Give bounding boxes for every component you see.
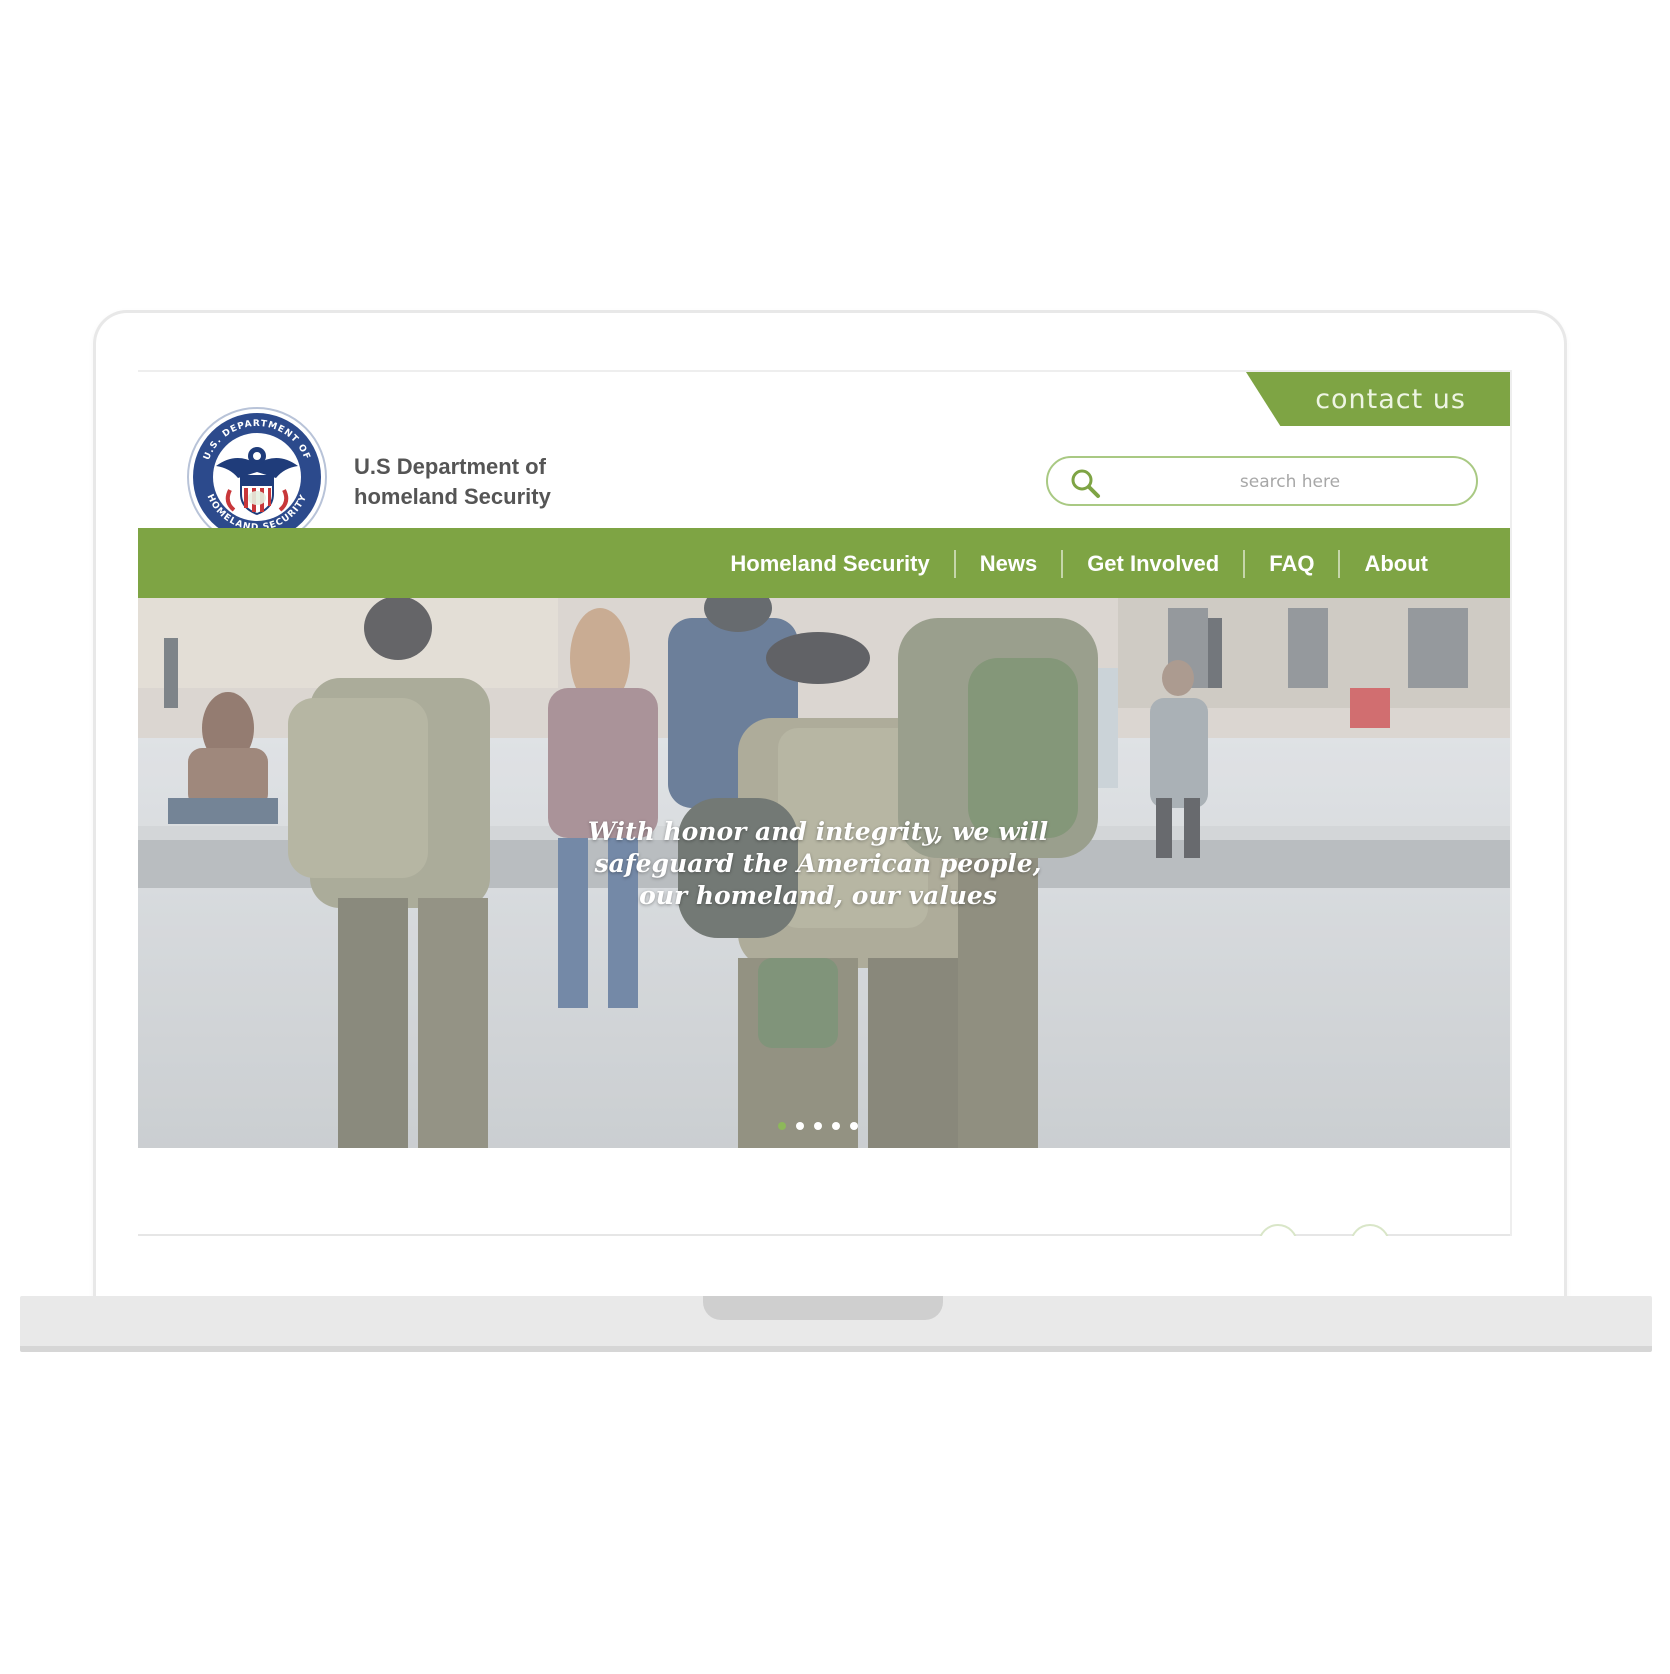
nav-item-about[interactable]: About — [1340, 551, 1452, 577]
organization-name: U.S Department of homeland Security — [354, 452, 614, 512]
slide-dot-1[interactable] — [778, 1122, 786, 1130]
dhs-seal-logo[interactable]: U.S. DEPARTMENT OF HOMELAND SECURITY — [186, 406, 328, 548]
nav-item-get-involved[interactable]: Get Involved — [1063, 551, 1243, 577]
round-button-right[interactable] — [1350, 1224, 1390, 1236]
nav-item-news[interactable]: News — [956, 551, 1061, 577]
nav-item-homeland-security[interactable]: Homeland Security — [706, 551, 953, 577]
contact-us-button[interactable]: contact us — [1246, 372, 1510, 426]
round-button-left[interactable] — [1258, 1224, 1298, 1236]
tagline-line-2: safeguard the American people, — [594, 849, 1042, 878]
search-icon[interactable] — [1068, 466, 1102, 500]
search-input[interactable] — [1118, 464, 1462, 500]
main-navigation: Homeland Security News Get Involved FAQ … — [138, 528, 1510, 600]
nav-list: Homeland Security News Get Involved FAQ … — [706, 528, 1452, 600]
slide-dot-4[interactable] — [832, 1122, 840, 1130]
contact-us-label: contact us — [1315, 383, 1466, 415]
search-bar[interactable] — [1046, 456, 1478, 506]
nav-item-faq[interactable]: FAQ — [1245, 551, 1338, 577]
slide-dot-3[interactable] — [814, 1122, 822, 1130]
tagline-line-3: our homeland, our values — [639, 881, 997, 910]
tagline-line-1: With honor and integrity, we will — [587, 817, 1049, 846]
hero-tagline: With honor and integrity, we will safegu… — [508, 816, 1128, 912]
slider-pagination — [778, 1122, 858, 1130]
laptop-notch — [703, 1296, 943, 1320]
section-divider — [138, 1234, 1510, 1236]
slide-dot-5[interactable] — [850, 1122, 858, 1130]
slide-dot-2[interactable] — [796, 1122, 804, 1130]
org-name-line-1: U.S Department of — [354, 454, 546, 479]
org-name-line-2: homeland Security — [354, 484, 551, 509]
website-screen: contact us U.S. DEPARTMENT OF HOMELAND S… — [138, 370, 1512, 1236]
hero-slider[interactable]: With honor and integrity, we will safegu… — [138, 598, 1510, 1148]
